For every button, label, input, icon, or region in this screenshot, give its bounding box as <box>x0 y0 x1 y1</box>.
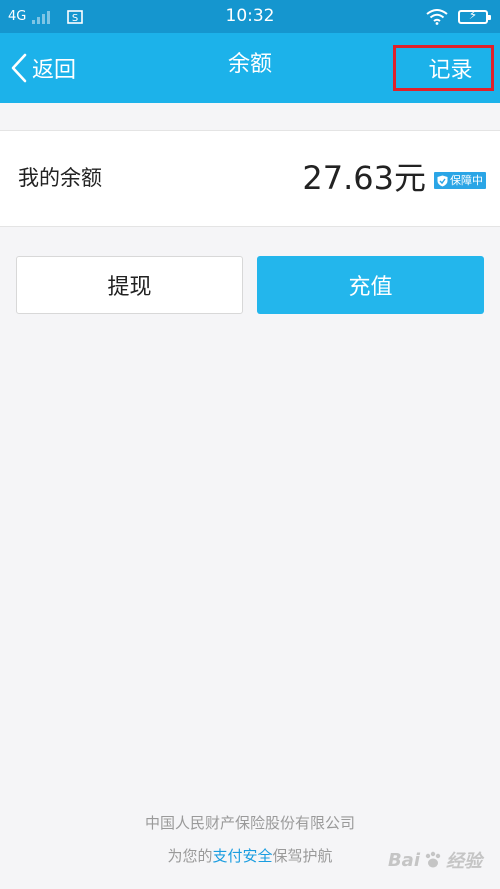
payment-safety-link[interactable]: 支付安全 <box>212 847 272 865</box>
protection-badge[interactable]: 保障中 <box>434 172 486 189</box>
wifi-icon <box>426 8 448 25</box>
watermark-suffix: 经验 <box>446 851 482 872</box>
withdraw-button[interactable]: 提现 <box>16 256 243 314</box>
record-label: 记录 <box>428 58 473 83</box>
battery-charging-icon: ⚡ <box>458 8 491 24</box>
insurer-name: 中国人民财产保险股份有限公司 <box>144 814 355 832</box>
protection-badge-label: 保障中 <box>450 174 483 187</box>
status-time: 10:32 <box>225 6 275 26</box>
withdraw-label: 提现 <box>107 275 152 300</box>
balance-amount: 27.63元 <box>302 159 426 197</box>
record-button[interactable]: 记录 <box>393 45 494 91</box>
safety-suffix: 保驾护航 <box>272 847 333 865</box>
balance-label: 我的余额 <box>18 166 102 190</box>
baidu-watermark: Bai 经验 <box>388 847 482 873</box>
status-right: ⚡ <box>426 0 491 33</box>
balance-card: 我的余额 27.63元 保障中 <box>0 130 500 227</box>
shield-check-icon <box>437 175 448 186</box>
watermark-logo: Bai <box>387 849 420 871</box>
safety-prefix: 为您的 <box>167 847 213 865</box>
recharge-button[interactable]: 充值 <box>257 256 484 314</box>
paw-icon <box>425 851 441 868</box>
nav-bar: 返回 余额 记录 <box>0 33 500 103</box>
status-bar: 4G S 10:32 ⚡ <box>0 0 500 33</box>
recharge-label: 充值 <box>348 275 393 300</box>
